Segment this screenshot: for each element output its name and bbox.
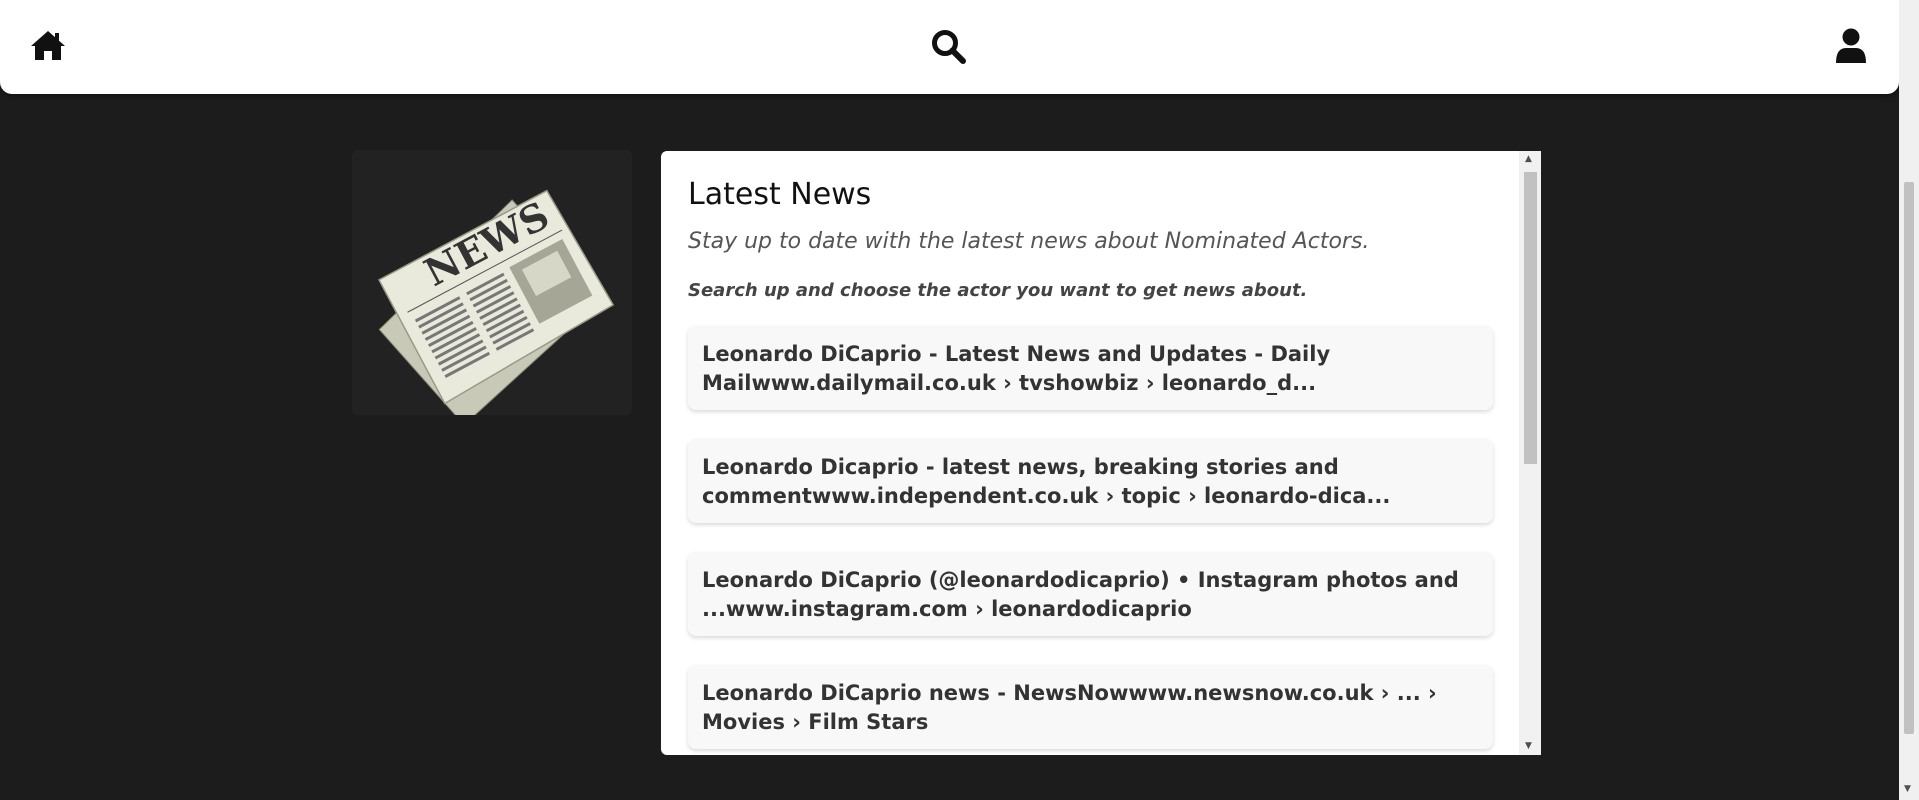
panel-scroll-thumb[interactable]	[1524, 172, 1537, 464]
page-subtitle: Stay up to date with the latest news abo…	[688, 229, 1370, 254]
newspaper-illustration: NEWS	[352, 150, 632, 426]
news-item-text: Leonardo DiCaprio (@leonardodicaprio) • …	[702, 568, 1459, 621]
user-icon[interactable]	[1834, 28, 1868, 68]
news-panel-content: Latest News Stay up to date with the lat…	[661, 151, 1519, 755]
page-scroll-thumb[interactable]	[1904, 182, 1914, 734]
news-panel: Latest News Stay up to date with the lat…	[661, 151, 1541, 755]
scroll-up-arrow-icon[interactable]: ▲	[1525, 154, 1532, 164]
news-item[interactable]: Leonardo DiCaprio news - NewsNowwww.news…	[688, 665, 1493, 749]
news-list: Leonardo DiCaprio - Latest News and Upda…	[688, 326, 1493, 755]
panel-scrollbar[interactable]: ▲ ▼	[1519, 151, 1541, 755]
news-item[interactable]: Leonardo Dicaprio - latest news, breakin…	[688, 439, 1493, 523]
news-item[interactable]: Leonardo DiCaprio - Latest News and Upda…	[688, 326, 1493, 410]
news-item-text: Leonardo Dicaprio - latest news, breakin…	[702, 455, 1391, 508]
news-item[interactable]: Leonardo DiCaprio (@leonardodicaprio) • …	[688, 552, 1493, 636]
news-item-text: Leonardo DiCaprio news - NewsNowwww.news…	[702, 681, 1437, 734]
page-title: Latest News	[688, 177, 872, 212]
top-navbar	[0, 0, 1899, 94]
news-item-text: Leonardo DiCaprio - Latest News and Upda…	[702, 342, 1331, 395]
home-icon[interactable]	[29, 28, 67, 66]
page-scroll-down-arrow-icon[interactable]: ▼	[1904, 784, 1911, 794]
page-scrollbar[interactable]: ▼	[1899, 0, 1919, 800]
scroll-down-arrow-icon[interactable]: ▼	[1525, 741, 1532, 751]
search-icon[interactable]	[930, 28, 968, 70]
instruction-text: Search up and choose the actor you want …	[688, 280, 1308, 301]
